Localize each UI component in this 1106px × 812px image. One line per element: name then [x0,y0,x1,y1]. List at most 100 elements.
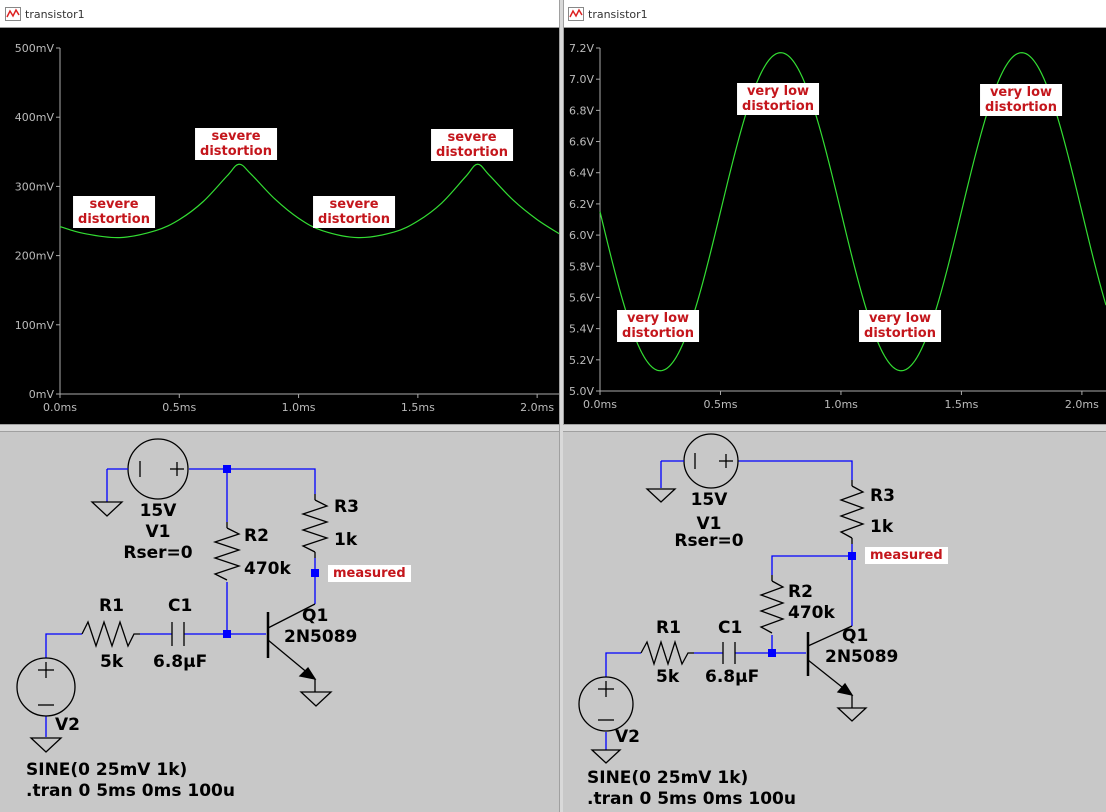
r2-name-label: R2 [788,582,813,602]
left-y-tick-label: 0mV [29,388,55,401]
waveform-icon [568,7,584,21]
v1-value-label: 15V [139,501,177,521]
right-y-tick-label: 6.6V [569,136,594,149]
ground-symbol [29,737,63,753]
right-annotation-2: very low distortion [980,84,1062,116]
right-annotation-4: very low distortion [859,310,941,342]
left-annotation-2: severe distortion [195,128,277,160]
right-plot-area[interactable]: 7.2V 7.0V 6.8V 6.6V 6.4V 6.2V 6.0V 5.8V 5.6V 5.4V… [563,28,1106,424]
r1-value-label: 5k [656,667,680,687]
wire [189,468,316,494]
ground-symbol [645,488,677,503]
right-y-tick-label: 7.0V [569,73,594,86]
right-y-tick-label: 6.4V [569,167,594,180]
r3-name-label: R3 [334,497,359,517]
wire [45,633,82,658]
wire [771,555,852,575]
c1-value-label: 6.8µF [153,652,208,672]
ground-symbol [590,749,622,764]
right-y-tick-label: 6.2V [569,198,594,211]
waveform-icon [5,7,21,21]
left-y-tick-label: 300mV [15,180,55,193]
junction-dot [223,465,231,473]
junction-dot [848,552,856,560]
measured-net-label: measured [865,547,948,564]
right-annotation-1: very low distortion [737,83,819,115]
r2-resistor-symbol [212,527,242,581]
left-annotation-1: severe distortion [73,196,155,228]
left-x-tick-label: 0.5ms [162,401,196,414]
c1-name-label: C1 [168,596,193,616]
right-x-tick-label: 1.0ms [824,398,858,411]
right-y-tick-label: 5.4V [569,323,594,336]
r3-resistor-symbol [839,485,865,539]
left-plot-pane[interactable]: transistor1 500mV 400mV 300mV 200mV 100mV 0mV… [0,0,561,424]
ground-symbol [299,691,333,707]
right-x-tick-label: 2.0ms [1065,398,1099,411]
v2-name-label: V2 [55,715,80,735]
r2-value-label: 470k [244,559,291,579]
r3-name-label: R3 [870,486,895,506]
left-x-tick-label: 0.0ms [43,401,77,414]
left-annotation-3: severe distortion [313,196,395,228]
ground-symbol [90,501,124,517]
left-horizontal-splitter[interactable] [0,424,559,432]
left-schematic-pane[interactable]: 15V V1 Rser=0 R2 470k R3 1k measured R1 … [0,432,559,812]
right-y-tick-label: 5.8V [569,260,594,273]
v1-rser-label: Rser=0 [674,531,744,551]
r1-resistor-symbol [81,619,140,649]
measured-net-label: measured [328,565,411,582]
right-schematic-pane[interactable]: 15V V1 Rser=0 R3 1k measured R2 470k R1 … [563,432,1106,812]
left-x-tick-label: 2.0ms [520,401,554,414]
v1-value-label: 15V [690,490,728,510]
r2-name-label: R2 [244,526,269,546]
r1-name-label: R1 [656,618,681,638]
spice-directive: SINE(0 25mV 1k) .tran 0 5ms 0ms 100u [587,768,796,809]
q1-name-label: Q1 [302,606,329,626]
r1-resistor-symbol [640,639,694,667]
wire [605,652,641,679]
r3-value-label: 1k [870,517,894,537]
q1-name-label: Q1 [842,626,869,646]
c1-value-label: 6.8µF [705,667,760,687]
right-x-tick-label: 0.0ms [583,398,617,411]
q1-model-label: 2N5089 [825,647,899,667]
c1-name-label: C1 [718,618,743,638]
junction-dot [311,569,319,577]
junction-dot [223,630,231,638]
right-y-tick-label: 7.2V [569,42,594,55]
left-schematic-svg [16,438,333,753]
ground-symbol [836,707,868,722]
left-plot-area[interactable]: 500mV 400mV 300mV 200mV 100mV 0mV 0.0ms 0.5ms 1.… [0,28,561,424]
left-y-tick-label: 500mV [15,42,55,55]
right-annotation-3: very low distortion [617,310,699,342]
r3-value-label: 1k [334,530,358,550]
right-x-tick-label: 0.5ms [703,398,737,411]
junction-dot [768,649,776,657]
right-y-tick-label: 5.2V [569,354,594,367]
r1-name-label: R1 [99,596,124,616]
wire [734,460,853,480]
right-y-tick-label: 6.8V [569,104,594,117]
v1-name-label: V1 [145,522,171,542]
right-horizontal-splitter[interactable] [563,424,1106,432]
left-y-tick-label: 400mV [15,111,55,124]
r2-resistor-symbol [759,580,785,634]
left-annotation-4: severe distortion [431,129,513,161]
r2-value-label: 470k [788,603,835,623]
v2-name-label: V2 [615,727,640,747]
left-y-tick-label: 200mV [15,250,55,263]
left-plot-titlebar[interactable]: transistor1 [0,0,561,28]
q1-model-label: 2N5089 [284,627,358,647]
right-x-tick-label: 1.5ms [944,398,978,411]
left-y-tick-label: 100mV [15,319,55,332]
left-plot-title: transistor1 [25,8,85,21]
right-plot-titlebar[interactable]: transistor1 [563,0,1106,28]
r1-value-label: 5k [100,652,124,672]
r3-resistor-symbol [300,499,330,553]
spice-directive: SINE(0 25mV 1k) .tran 0 5ms 0ms 100u [26,760,235,801]
left-x-tick-label: 1.5ms [401,401,435,414]
right-plot-pane[interactable]: transistor1 7.2V 7.0V 6.8V 6.6V 6.4V 6.2V 6.0V… [563,0,1106,424]
right-y-tick-label: 5.0V [569,385,594,398]
v1-rser-label: Rser=0 [123,543,193,563]
